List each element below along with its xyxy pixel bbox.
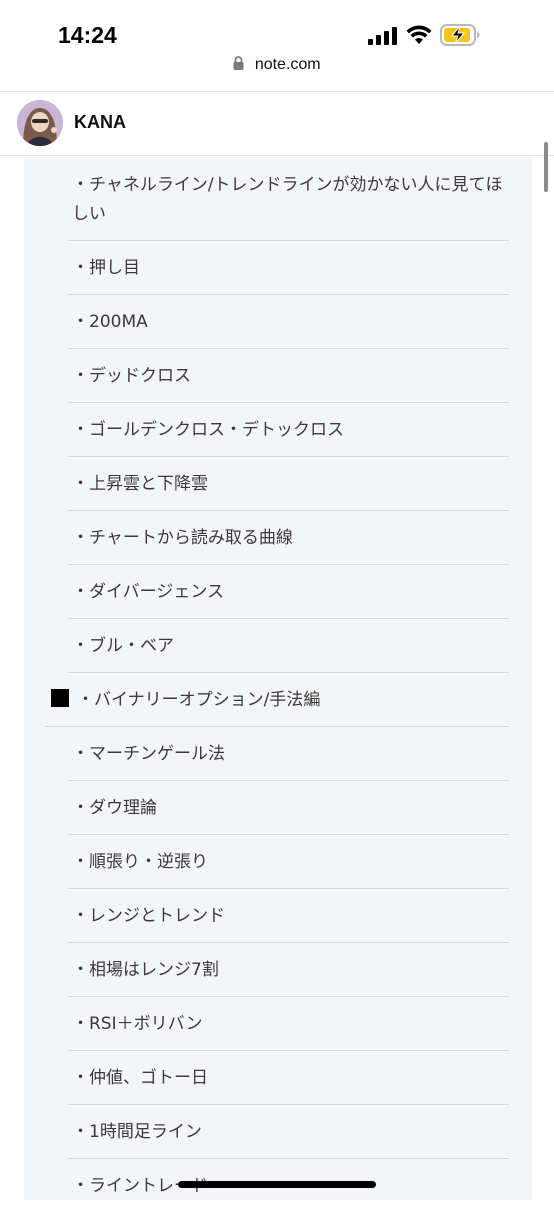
toc-item[interactable]: ・ゴールデンクロス・デトックロス	[68, 403, 509, 457]
toc-item[interactable]: ・相場はレンジ7割	[68, 943, 509, 997]
wifi-icon	[406, 25, 432, 44]
black-square-icon	[51, 689, 69, 707]
toc-item[interactable]: ・ダウ理論	[68, 781, 509, 835]
toc-item[interactable]: ・RSI＋ボリバン	[68, 997, 509, 1051]
status-time: 14:24	[58, 22, 117, 48]
toc-item[interactable]: ・ブル・ベア	[68, 619, 509, 673]
scrollbar[interactable]	[544, 142, 548, 192]
toc-item[interactable]: ・ダイバージェンス	[68, 565, 509, 619]
address-bar[interactable]: note.com	[0, 56, 554, 90]
toc-item[interactable]: ・上昇雲と下降雲	[68, 457, 509, 511]
toc-item[interactable]: ・マーチンゲール法	[68, 727, 509, 781]
author-name[interactable]: KANA	[74, 112, 126, 133]
author-header: KANA	[0, 92, 554, 156]
home-indicator[interactable]	[178, 1181, 376, 1188]
toc-item[interactable]: ・順張り・逆張り	[68, 835, 509, 889]
lock-icon	[233, 56, 244, 70]
toc-item[interactable]: ・チャートから読み取る曲線	[68, 511, 509, 565]
table-of-contents: ・チャネルライン/トレンドラインが効かない人に見てほしい ・押し目 ・200MA…	[24, 157, 532, 1200]
status-bar: 14:24	[0, 0, 554, 60]
toc-item[interactable]: ・チャネルライン/トレンドラインが効かない人に見てほしい	[68, 171, 509, 241]
toc-item[interactable]: ・デッドクロス	[68, 349, 509, 403]
url-text: note.com	[254, 56, 321, 73]
author-avatar[interactable]	[17, 100, 63, 146]
avatar-image	[17, 100, 63, 146]
battery-charging-icon	[440, 24, 480, 46]
toc-item[interactable]: ・押し目	[68, 241, 509, 295]
cellular-signal-icon	[368, 27, 397, 45]
toc-item[interactable]: ・200MA	[68, 295, 509, 349]
toc-item[interactable]: ・仲値、ゴトー日	[68, 1051, 509, 1105]
toc-item[interactable]: ・1時間足ライン	[68, 1105, 509, 1159]
toc-section-label: ・バイナリーオプション/手法編	[77, 690, 321, 710]
toc-section-heading[interactable]: ・バイナリーオプション/手法編	[45, 673, 509, 727]
toc-item[interactable]: ・レンジとトレンド	[68, 889, 509, 943]
